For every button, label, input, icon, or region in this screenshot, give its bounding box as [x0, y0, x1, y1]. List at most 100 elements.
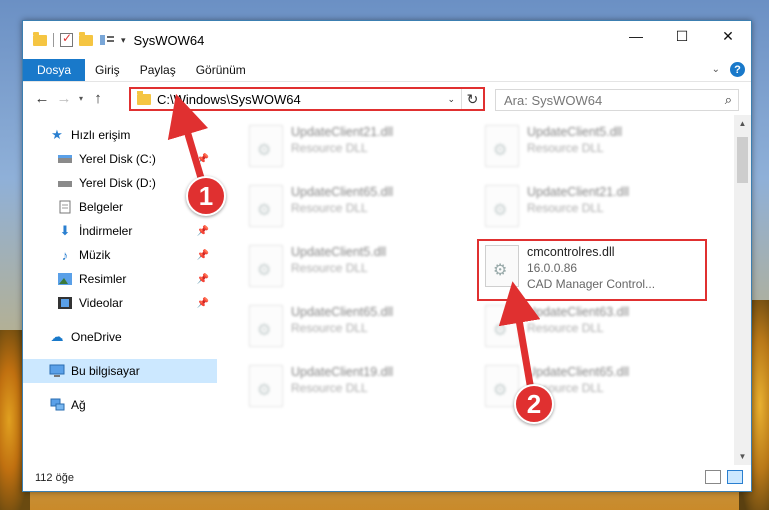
tiles-view-icon[interactable] [727, 470, 743, 484]
address-dropdown-icon[interactable]: ⌄ [441, 94, 461, 105]
search-input[interactable]: Ara: SysWOW64 ⌕ [495, 89, 739, 111]
nav-label: Belgeler [79, 200, 124, 214]
nav-label: Videolar [79, 296, 123, 310]
address-bar[interactable]: C:\Windows\SysWOW64 ⌄ ↻ [129, 87, 485, 111]
nav-this-pc[interactable]: Bu bilgisayar [23, 359, 217, 383]
file-desc: Resource DLL [527, 201, 604, 215]
refresh-icon[interactable]: ↻ [461, 89, 483, 109]
file-tile[interactable]: UpdateClient19.dll Resource DLL [243, 361, 473, 417]
customize-icon[interactable] [99, 33, 115, 47]
file-tile[interactable]: UpdateClient63.dll Resource DLL [479, 301, 709, 357]
nav-label: Hızlı erişim [71, 128, 131, 142]
file-tile[interactable]: UpdateClient65.dllResource DLL [479, 361, 709, 417]
ribbon-right-controls: ⌄ ? [712, 62, 745, 77]
nav-item-local-disk-c[interactable]: Yerel Disk (C:) 📌 [23, 147, 217, 171]
step-badge-2: 2 [514, 384, 554, 424]
cloud-icon: ☁ [50, 329, 64, 344]
address-path[interactable]: C:\Windows\SysWOW64 [157, 92, 441, 107]
tab-view[interactable]: Görünüm [186, 59, 256, 81]
maximize-button[interactable]: ☐ [659, 21, 705, 51]
file-tile[interactable]: UpdateClient21.dll Resource DLL [479, 181, 709, 237]
pin-icon[interactable]: 📌 [197, 154, 209, 165]
pin-icon[interactable]: 📌 [197, 226, 209, 237]
quick-access-toolbar: ▾ [23, 31, 126, 47]
file-name: UpdateClient21.dll [291, 125, 394, 139]
window-controls: — ☐ ✕ [613, 21, 751, 51]
toolbar-divider [53, 33, 54, 47]
pictures-icon [57, 271, 73, 287]
dll-file-icon [485, 185, 519, 227]
navigation-pane: ★ Hızlı erişim Yerel Disk (C:) 📌 Yerel D… [23, 115, 217, 465]
file-name: UpdateClient65.dll [527, 365, 630, 379]
file-name: UpdateClient21.dll [527, 185, 630, 199]
new-folder-icon[interactable] [79, 31, 93, 46]
tab-share[interactable]: Paylaş [130, 59, 186, 81]
quick-access-dropdown-icon[interactable]: ▾ [121, 35, 126, 46]
search-placeholder: Ara: SysWOW64 [504, 92, 603, 108]
nav-quick-access[interactable]: ★ Hızlı erişim [23, 123, 217, 147]
file-desc: Resource DLL [527, 321, 604, 335]
nav-label: Resimler [79, 272, 127, 286]
pin-icon[interactable]: 📌 [197, 274, 209, 285]
search-icon[interactable]: ⌕ [725, 92, 732, 108]
file-tile[interactable]: UpdateClient5.dll Resource DLL [243, 241, 473, 297]
computer-icon [49, 363, 65, 379]
title-bar: ▾ SysWOW64 — ☐ ✕ [23, 21, 751, 59]
ribbon-expand-icon[interactable]: ⌄ [712, 64, 720, 75]
tab-file[interactable]: Dosya [23, 59, 86, 81]
recent-locations-icon[interactable]: ▾ [75, 94, 87, 103]
tab-home[interactable]: Giriş [85, 59, 130, 81]
file-tile[interactable]: UpdateClient65.dllResource DLL [243, 181, 473, 237]
documents-icon [57, 199, 73, 215]
file-tile[interactable]: UpdateClient65.dllResource DLL [243, 301, 473, 357]
dll-file-icon [485, 245, 519, 287]
file-desc: Resource DLL [291, 141, 368, 155]
window-title: SysWOW64 [133, 32, 205, 48]
nav-onedrive[interactable]: ☁ OneDrive [23, 325, 217, 349]
file-name: UpdateClient65.dll [291, 185, 394, 199]
nav-item-videos[interactable]: Videolar 📌 [23, 291, 217, 315]
file-desc: Resource DLL [291, 261, 368, 275]
dll-file-icon [249, 305, 283, 347]
back-arrow-icon[interactable]: ← [31, 90, 53, 107]
help-icon[interactable]: ? [730, 62, 745, 77]
dll-file-icon [249, 185, 283, 227]
folder-icon[interactable] [33, 31, 47, 46]
drive-icon [57, 175, 73, 191]
video-icon [57, 295, 73, 311]
file-name: UpdateClient65.dll [291, 305, 394, 319]
file-desc: Resource DLL [291, 381, 368, 395]
nav-item-music[interactable]: ♪ Müzik 📌 [23, 243, 217, 267]
close-button[interactable]: ✕ [705, 21, 751, 51]
forward-arrow-icon[interactable]: → [53, 90, 75, 107]
nav-network[interactable]: Ağ [23, 393, 217, 417]
file-name: UpdateClient63.dll [527, 305, 630, 319]
nav-label: Bu bilgisayar [71, 364, 140, 378]
nav-item-downloads[interactable]: ⬇ İndirmeler 📌 [23, 219, 217, 243]
vertical-scrollbar[interactable]: ▲ ▼ [734, 115, 751, 465]
nav-label: Müzik [79, 248, 111, 262]
scroll-thumb[interactable] [737, 137, 748, 183]
minimize-button[interactable]: — [613, 21, 659, 51]
pin-icon[interactable]: 📌 [197, 250, 209, 261]
address-row: ← → ▾ ↑ C:\Windows\SysWOW64 ⌄ ↻ Ara: Sys… [23, 81, 751, 115]
network-icon [49, 397, 65, 413]
file-name: cmcontrolres.dll [527, 245, 615, 259]
properties-check-icon[interactable] [60, 31, 73, 47]
file-tile[interactable]: UpdateClient21.dll Resource DLL [243, 121, 473, 177]
address-folder-icon [137, 90, 151, 105]
nav-item-pictures[interactable]: Resimler 📌 [23, 267, 217, 291]
scroll-down-icon[interactable]: ▼ [734, 448, 751, 465]
drive-icon [57, 151, 73, 167]
pin-icon[interactable]: 📌 [197, 298, 209, 309]
scroll-up-icon[interactable]: ▲ [734, 115, 751, 132]
step-badge-1: 1 [186, 176, 226, 216]
nav-label: Yerel Disk (C:) [79, 152, 156, 166]
dll-file-icon [485, 305, 519, 347]
up-arrow-icon[interactable]: ↑ [87, 90, 109, 107]
content-area: ★ Hızlı erişim Yerel Disk (C:) 📌 Yerel D… [23, 115, 751, 465]
file-tile[interactable]: UpdateClient5.dll Resource DLL [479, 121, 709, 177]
file-tile-cmcontrolres[interactable]: cmcontrolres.dll 16.0.0.86 CAD Manager C… [477, 239, 707, 301]
details-view-icon[interactable] [705, 470, 721, 484]
